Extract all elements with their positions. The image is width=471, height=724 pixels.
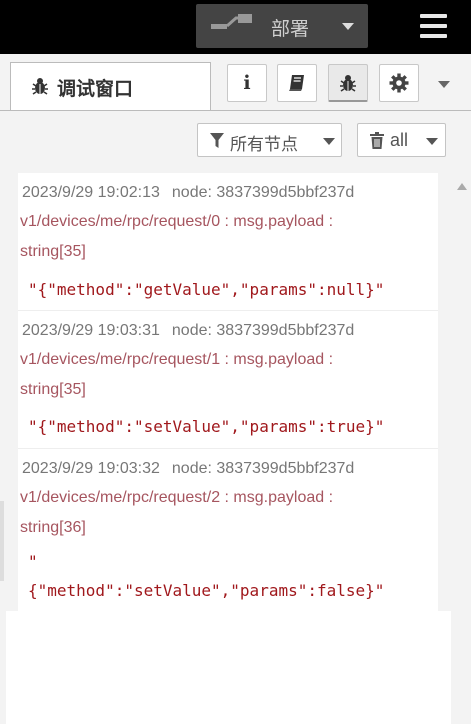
message-type: string[35] (20, 243, 86, 260)
bug-icon (340, 74, 356, 92)
message-payload-line2[interactable]: {"method":"setValue","params":false}" (28, 581, 384, 600)
debug-message[interactable]: 2023/9/29 19:02:13 node: 3837399d5bbf237d… (18, 173, 438, 311)
message-type: string[36] (20, 519, 86, 536)
deploy-button[interactable]: 部署 (196, 4, 368, 48)
message-topic: v1/devices/me/rpc/request/1 : msg.payloa… (20, 351, 334, 368)
resize-handle[interactable] (0, 501, 4, 581)
clear-scope-button[interactable]: all (357, 123, 446, 157)
tab-debug[interactable]: 调试窗口 (10, 62, 211, 110)
debug-message[interactable]: 2023/9/29 19:03:32 node: 3837399d5bbf237d… (18, 449, 438, 611)
message-node[interactable]: node: 3837399d5bbf237d (172, 184, 354, 201)
debug-button[interactable] (328, 64, 368, 102)
sidebar-tab-bar: 调试窗口 i (0, 54, 471, 111)
help-button[interactable] (277, 64, 317, 102)
header-bar: 部署 (0, 0, 471, 54)
message-node[interactable]: node: 3837399d5bbf237d (172, 322, 354, 339)
message-payload-line1[interactable]: " (28, 552, 38, 571)
message-meta: 2023/9/29 19:03:32 node: 3837399d5bbf237d (22, 460, 354, 478)
debug-toolbar: 所有节点 all (0, 111, 471, 171)
message-meta: 2023/9/29 19:02:13 node: 3837399d5bbf237d (22, 184, 354, 202)
filter-nodes-label: 所有节点 (230, 135, 298, 155)
filter-icon (210, 133, 224, 148)
message-topic: v1/devices/me/rpc/request/2 : msg.payloa… (20, 489, 334, 506)
message-timestamp: 2023/9/29 19:02:13 (22, 184, 160, 201)
bug-icon (32, 78, 48, 95)
message-timestamp: 2023/9/29 19:03:31 (22, 322, 160, 339)
chevron-down-icon (426, 138, 438, 145)
message-topic: v1/devices/me/rpc/request/0 : msg.payloa… (20, 213, 334, 230)
chevron-down-icon (323, 138, 335, 145)
message-type: string[35] (20, 381, 86, 398)
gear-icon (389, 73, 409, 93)
debug-message-panel: 2023/9/29 19:02:13 node: 3837399d5bbf237d… (0, 171, 471, 724)
book-icon (289, 75, 304, 91)
empty-area (6, 611, 451, 724)
settings-button[interactable] (379, 64, 419, 102)
info-button[interactable]: i (227, 64, 267, 102)
scroll-up-icon[interactable] (457, 183, 467, 190)
deploy-label: 部署 (271, 18, 310, 40)
tab-debug-label: 调试窗口 (57, 78, 134, 100)
trash-icon (370, 132, 384, 149)
clear-scope-label: all (390, 130, 409, 150)
info-icon: i (243, 72, 251, 94)
filter-nodes-button[interactable]: 所有节点 (197, 123, 342, 157)
message-node[interactable]: node: 3837399d5bbf237d (172, 460, 354, 477)
message-payload[interactable]: "{"method":"setValue","params":true}" (28, 417, 384, 436)
debug-message[interactable]: 2023/9/29 19:03:31 node: 3837399d5bbf237d… (18, 311, 438, 449)
chevron-down-icon[interactable] (438, 81, 450, 88)
deploy-icon (211, 14, 252, 29)
debug-message-list[interactable]: 2023/9/29 19:02:13 node: 3837399d5bbf237d… (18, 173, 438, 611)
message-meta: 2023/9/29 19:03:31 node: 3837399d5bbf237d (22, 322, 354, 340)
chevron-down-icon[interactable] (342, 23, 354, 30)
message-payload[interactable]: "{"method":"getValue","params":null}" (28, 280, 384, 299)
menu-icon[interactable] (420, 14, 447, 38)
message-timestamp: 2023/9/29 19:03:32 (22, 460, 160, 477)
